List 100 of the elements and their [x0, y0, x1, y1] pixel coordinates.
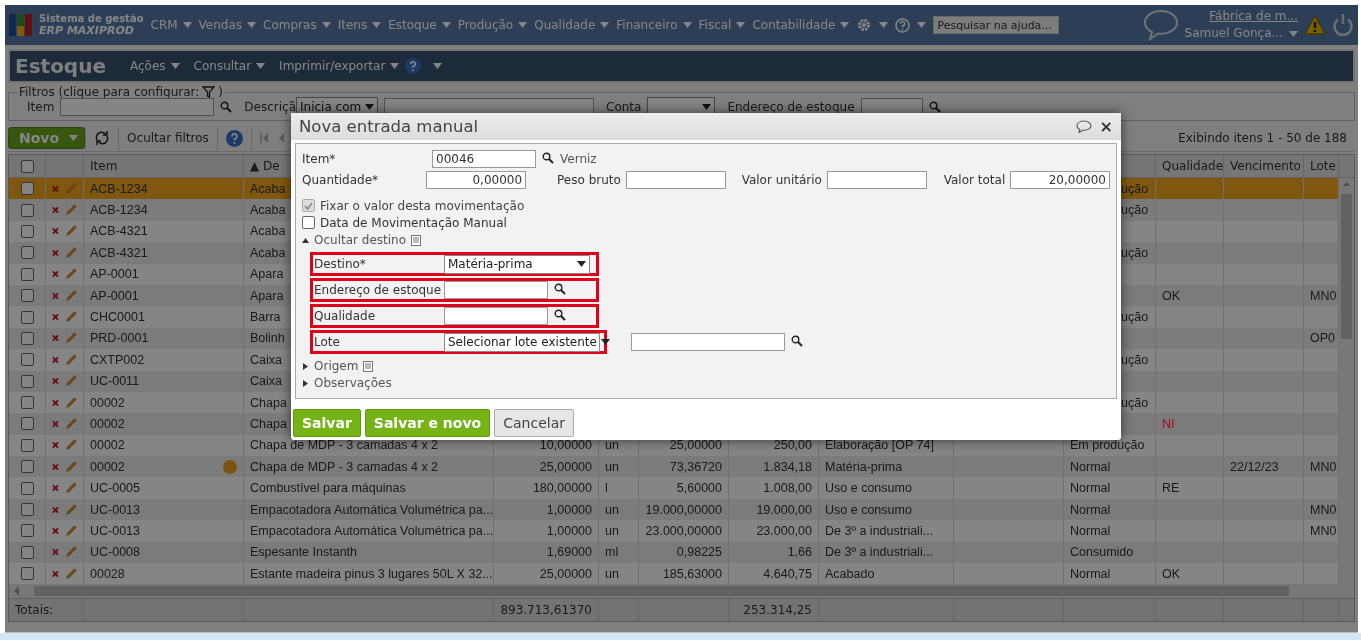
cancel-button[interactable]: Cancelar [494, 409, 574, 437]
checkbox[interactable] [20, 524, 34, 538]
column-header[interactable]: Qualidade [1156, 155, 1224, 177]
amount-field[interactable] [826, 171, 927, 189]
checkbox[interactable] [20, 460, 34, 474]
amount-field[interactable] [625, 171, 726, 189]
delete-icon[interactable] [52, 398, 59, 407]
checkbox[interactable] [20, 417, 34, 431]
delete-icon[interactable] [52, 184, 59, 193]
filters-legend[interactable]: Filtros (clique para configurar: [19, 85, 200, 99]
delete-icon[interactable] [52, 548, 59, 557]
checkbox[interactable] [20, 159, 34, 173]
delete-icon[interactable] [52, 462, 59, 471]
menu-item[interactable]: Estoque [388, 18, 451, 32]
checkbox[interactable] [20, 353, 34, 367]
pencil-icon[interactable] [64, 502, 77, 517]
pencil-icon[interactable] [64, 417, 77, 431]
pencil-icon[interactable] [64, 310, 77, 325]
amount-field[interactable]: 0,00000 [426, 171, 527, 189]
menu-item[interactable]: Vendas [198, 18, 257, 32]
amount-field[interactable]: 20,00000 [1010, 171, 1110, 189]
lookup-field[interactable] [444, 281, 548, 299]
pencil-icon[interactable] [64, 459, 77, 474]
chat-bubble-icon[interactable] [1075, 120, 1092, 133]
pencil-icon[interactable] [64, 545, 77, 560]
filter-field[interactable] [60, 97, 215, 116]
delete-icon[interactable] [52, 291, 59, 300]
pencil-icon[interactable] [64, 352, 77, 367]
previous-page-icon[interactable] [277, 133, 284, 143]
search-icon[interactable] [554, 282, 566, 295]
search-icon[interactable] [554, 308, 566, 321]
close-button[interactable]: × [1099, 117, 1113, 136]
hide-filters-button[interactable]: Ocultar filtros [127, 131, 209, 145]
menu-item[interactable]: Compras [263, 18, 331, 32]
refresh-icon[interactable] [94, 131, 111, 145]
checkbox[interactable] [20, 331, 34, 345]
delete-icon[interactable] [52, 441, 59, 450]
pencil-icon[interactable] [64, 245, 77, 260]
table-row[interactable]: UC-0013 Empacotadora Automática Volumétrica pa... 1,00000 un 23.000,00000 23.000,00 De 3º a industriali... Normal MN0 [9, 520, 1339, 542]
table-row[interactable]: 00028 Estante madeira pinus 3 lugares 50L X 32... 25,00000 un 185,63000 4.640,75 Acabado Normal OK [9, 563, 1339, 585]
pencil-icon[interactable] [64, 481, 77, 496]
delete-icon[interactable] [52, 206, 59, 215]
checkbox[interactable] [20, 182, 34, 196]
notes-icon[interactable] [411, 234, 422, 246]
table-row[interactable]: UC-0013 Empacotadora Automática Volumétrica pa... 1,00000 un 19.000,00000 19.000,00 Uso e consumo Normal MN0 [9, 498, 1339, 521]
checkbox[interactable] [302, 216, 315, 230]
checkbox[interactable] [20, 481, 34, 495]
column-header[interactable]: Lote [1304, 155, 1339, 177]
delete-icon[interactable] [52, 505, 59, 514]
lookup-field[interactable] [444, 307, 548, 325]
menu-item[interactable]: Imprimir/exportar [279, 59, 400, 73]
power-icon[interactable] [1332, 13, 1354, 37]
expanded-arrow-icon[interactable] [302, 236, 309, 244]
help-icon[interactable] [405, 58, 422, 74]
save-button[interactable]: Salvar e novo [364, 409, 491, 437]
pencil-icon[interactable] [64, 438, 77, 453]
table-row[interactable]: UC-0005 Combustível para máquinas 180,00000 l 5,60000 1.008,00 Uso e consumo Normal RE [9, 477, 1339, 499]
search-icon[interactable] [542, 151, 554, 164]
menu-item[interactable]: Fiscal [698, 18, 746, 32]
section-toggle[interactable]: Observações [314, 376, 392, 390]
checkbox[interactable] [20, 310, 34, 324]
destination-select[interactable]: Matéria-prima [444, 254, 590, 274]
settings-icon[interactable] [856, 17, 873, 33]
pencil-icon[interactable] [64, 374, 77, 389]
user-name[interactable]: Samuel Gonça... [1184, 25, 1283, 42]
funnel-icon[interactable] [202, 86, 216, 98]
checkbox[interactable] [20, 567, 34, 581]
warning-icon[interactable] [1304, 15, 1326, 35]
table-row[interactable]: UC-0008 Espesante Instanth 1,69000 ml 0,98225 1,66 De 3º a industriali... Consumido [9, 541, 1339, 564]
column-header[interactable]: Item [84, 155, 244, 177]
checkbox[interactable] [20, 374, 34, 388]
delete-icon[interactable] [52, 420, 59, 428]
help-icon[interactable] [225, 129, 243, 147]
menu-item[interactable]: Produção [457, 18, 528, 32]
company-link[interactable]: Fábrica de m... [1209, 8, 1298, 25]
column-header[interactable]: Vencimento [1224, 155, 1304, 177]
new-button[interactable]: Novo [8, 127, 86, 149]
collapsed-arrow-icon[interactable] [302, 379, 309, 387]
pencil-icon[interactable] [64, 267, 77, 282]
menu-item[interactable]: Ações [130, 59, 180, 73]
delete-icon[interactable] [52, 248, 59, 257]
collapsed-arrow-icon[interactable] [302, 362, 309, 370]
pencil-icon[interactable] [64, 203, 77, 218]
section-toggle[interactable]: Origem [314, 359, 359, 373]
delete-icon[interactable] [52, 569, 59, 578]
delete-icon[interactable] [52, 227, 59, 236]
item-field[interactable]: 00046 [432, 150, 536, 168]
scroll-left-icon[interactable] [12, 586, 20, 597]
notes-icon[interactable] [363, 360, 374, 372]
checkbox[interactable] [20, 267, 34, 281]
menu-item[interactable]: CRM [150, 18, 192, 32]
delete-icon[interactable] [52, 334, 59, 343]
help-icon[interactable] [895, 17, 911, 33]
checkbox[interactable] [20, 503, 34, 517]
search-icon[interactable] [791, 334, 803, 347]
menu-item[interactable]: Qualidade [534, 18, 610, 32]
checkbox[interactable] [20, 289, 34, 303]
batch-field[interactable] [631, 333, 785, 351]
menu-item[interactable]: Itens [337, 18, 382, 32]
menu-item[interactable]: Financeiro [616, 18, 692, 32]
